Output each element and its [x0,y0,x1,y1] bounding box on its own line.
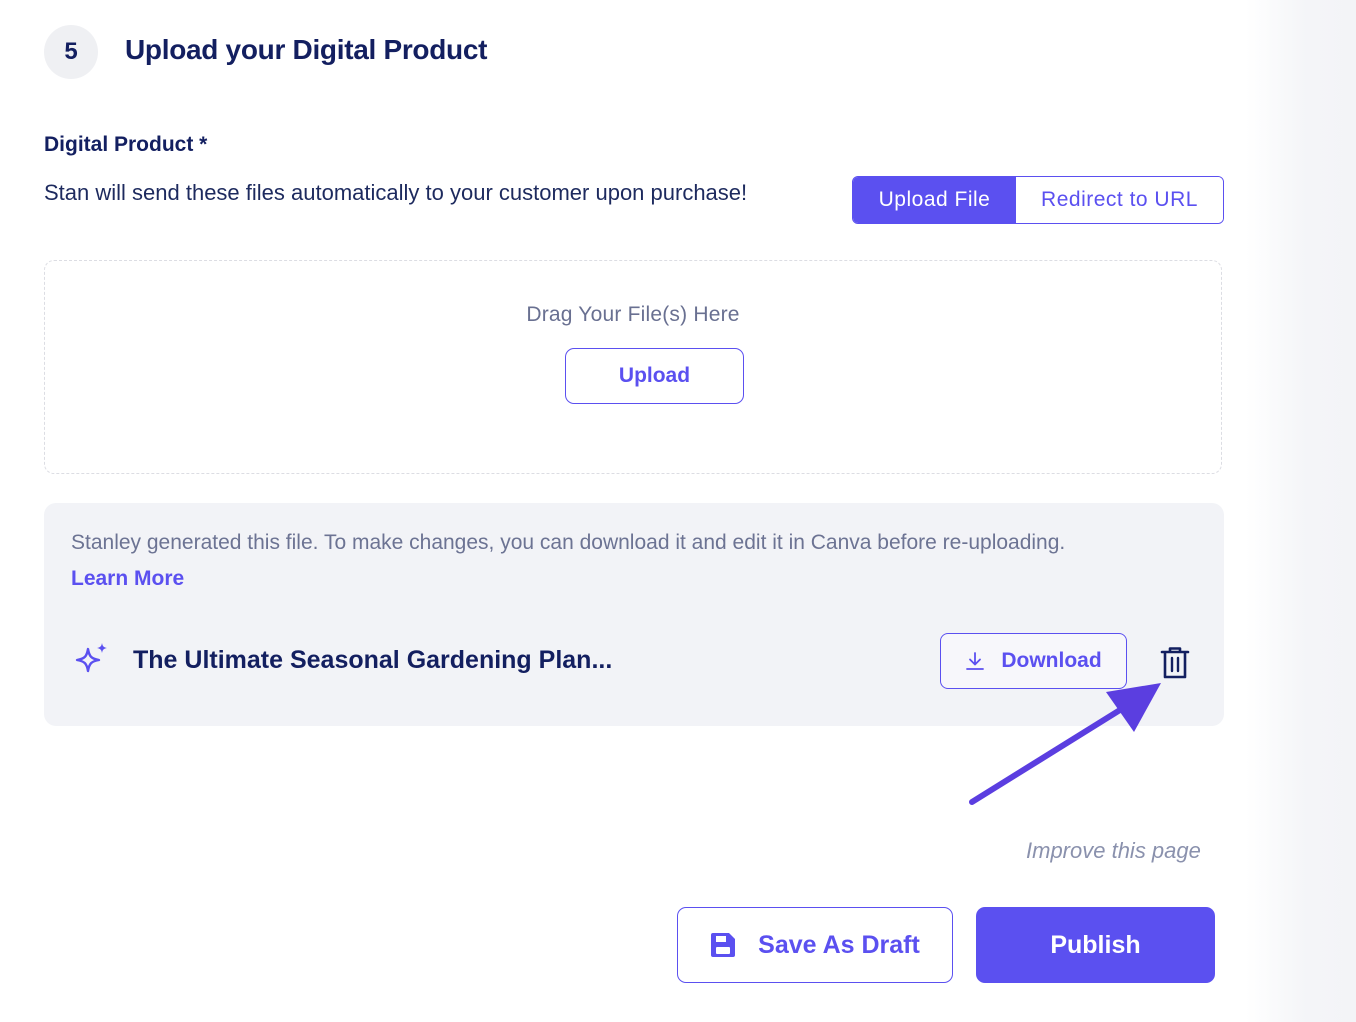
publish-button[interactable]: Publish [976,907,1215,983]
floppy-disk-icon [711,933,736,957]
generated-file-name: The Ultimate Seasonal Gardening Plan... [133,646,613,674]
delivery-method-toggle: Upload File Redirect to URL [852,176,1224,224]
digital-product-label: Digital Product * [44,133,208,156]
learn-more-link[interactable]: Learn More [71,567,184,591]
save-as-draft-label: Save As Draft [758,930,920,959]
page-right-shade [1246,0,1356,1022]
dropzone-prompt: Drag Your File(s) Here [526,303,740,326]
file-dropzone[interactable]: Drag Your File(s) Here Upload [44,260,1222,474]
section-title: Upload your Digital Product [125,34,488,65]
redirect-to-url-tab[interactable]: Redirect to URL [1016,177,1223,223]
annotation-arrow [969,683,1161,805]
upload-button[interactable]: Upload [565,348,744,404]
digital-product-description: Stan will send these files automatically… [44,180,748,205]
step-number-badge: 5 [44,25,98,79]
save-as-draft-button[interactable]: Save As Draft [677,907,953,983]
sparkle-icon [75,643,107,673]
improve-page-link[interactable]: Improve this page [1026,838,1201,864]
download-icon [966,652,985,670]
download-label: Download [1001,649,1102,672]
upload-file-tab[interactable]: Upload File [853,177,1016,223]
generated-file-notice: Stanley generated this file. To make cha… [71,531,1066,554]
